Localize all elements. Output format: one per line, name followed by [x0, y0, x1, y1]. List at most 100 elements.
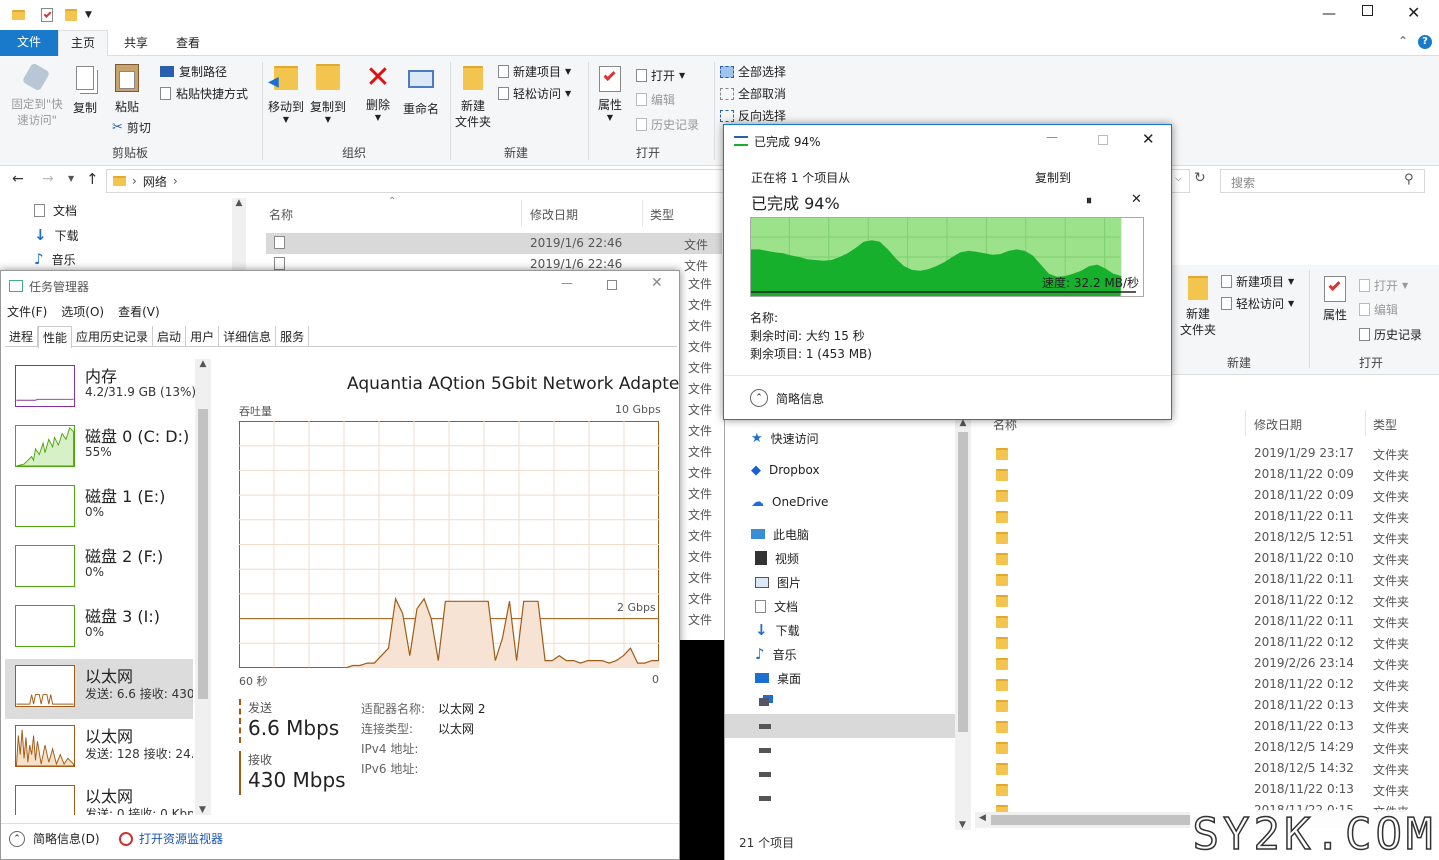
select-all-button[interactable]: 全部选择 — [720, 63, 786, 80]
up-icon[interactable]: ↑ — [86, 170, 99, 188]
nav-scrollbar[interactable]: ▲ ▼ — [955, 418, 971, 830]
forward-icon[interactable]: → — [42, 171, 54, 187]
easy-access-button-2[interactable]: 轻松访问 ▼ — [1221, 295, 1294, 312]
tab-home[interactable]: 主页 — [58, 30, 108, 57]
table-row[interactable]: 2018/11/22 0:12 文件夹 — [993, 632, 1433, 653]
tab-file[interactable]: 文件 — [0, 30, 58, 56]
nav-pictures[interactable]: 图片 — [755, 570, 801, 594]
nav-desktop[interactable]: 桌面 — [755, 666, 801, 690]
pause-button[interactable]: ⏸ — [1086, 193, 1092, 208]
nav-onedrive[interactable]: ☁ OneDrive — [751, 490, 828, 514]
column-modified[interactable]: 修改日期 — [530, 206, 578, 223]
tm-maximize-button[interactable] — [607, 280, 617, 290]
column-name[interactable]: 名称 — [269, 206, 293, 223]
perf-item-disk2[interactable]: 磁盘 2 (F:) 0% — [5, 539, 193, 599]
copy-path-button[interactable]: 复制路径 — [160, 63, 227, 80]
edit-button-2[interactable]: 编辑 — [1359, 301, 1398, 318]
nav-downloads[interactable]: ↓ 下载 — [755, 618, 800, 642]
table-row[interactable]: 2018/12/5 14:29 文件夹 — [993, 737, 1433, 758]
tab-view[interactable]: 查看 — [176, 34, 200, 51]
table-row[interactable]: 2019/1/29 23:17 文件夹 — [993, 443, 1433, 464]
edit-button[interactable]: 编辑 — [636, 91, 675, 108]
rename-button[interactable]: 重命名 — [400, 66, 442, 117]
column-modified[interactable]: 修改日期 — [1254, 416, 1302, 433]
column-type[interactable]: 类型 — [1373, 416, 1397, 433]
copy-brief-button[interactable]: ⌃ 简略信息 — [750, 389, 824, 407]
paste-shortcut-button[interactable]: 粘贴快捷方式 — [160, 85, 248, 102]
tab-share[interactable]: 共享 — [124, 34, 148, 51]
tm-tab-services[interactable]: 服务 — [276, 326, 310, 347]
history-button[interactable]: 历史记录 — [636, 116, 699, 133]
table-row[interactable]: 2018/11/22 0:13 文件夹 — [993, 716, 1433, 737]
address-dropdown-icon[interactable]: ⌵ — [1175, 174, 1182, 184]
tm-tab-users[interactable]: 用户 — [186, 326, 220, 347]
new-folder-button-2[interactable]: 新建 文件夹 — [1177, 276, 1219, 338]
table-row[interactable]: 2018/11/22 0:11 文件夹 — [993, 506, 1433, 527]
pin-button[interactable]: 固定到"快速访问" — [6, 62, 66, 128]
properties-button[interactable]: 属性 ▼ — [594, 66, 626, 122]
tm-menu-view[interactable]: 查看(V) — [118, 303, 160, 320]
help-icon[interactable]: ? — [1418, 35, 1432, 49]
nav-item-music[interactable]: ♪ 音乐 — [34, 250, 76, 268]
easy-access-button[interactable]: 轻松访问 ▼ — [498, 85, 571, 102]
copy-button[interactable]: 复制 — [70, 66, 100, 116]
new-folder-quick-icon[interactable] — [65, 9, 77, 21]
tm-close-button[interactable]: ✕ — [651, 275, 663, 291]
drive-icon[interactable] — [759, 772, 771, 777]
back-icon[interactable]: ← — [12, 171, 24, 187]
nav-documents[interactable]: 文档 — [755, 594, 798, 618]
close-button[interactable]: ✕ — [1407, 3, 1420, 22]
drive-icon[interactable] — [759, 748, 771, 753]
perf-item-ethernet-selected[interactable]: 以太网 发送: 6.6 接收: 430 — [5, 659, 193, 719]
nav-quick-access[interactable]: ★ 快速访问 — [751, 426, 819, 450]
nav-dropbox[interactable]: ◆ Dropbox — [751, 458, 820, 482]
new-folder-button[interactable]: 新建 文件夹 — [452, 66, 494, 130]
perf-item-disk1[interactable]: 磁盘 1 (E:) 0% — [5, 479, 193, 539]
copy-maximize-button[interactable] — [1098, 135, 1108, 145]
perf-list-scrollbar[interactable]: ▲ ▼ — [195, 359, 211, 815]
move-to-button[interactable]: ◀ 移动到 ▼ — [266, 66, 306, 124]
quick-access-dropdown-icon[interactable]: ▼ — [85, 10, 92, 20]
search-input[interactable]: 搜索 — [1220, 169, 1425, 193]
table-row[interactable]: 2019/2/26 23:14 文件夹 — [993, 653, 1433, 674]
open-button-2[interactable]: 打开 ▼ — [1359, 277, 1408, 294]
perf-item-disk3[interactable]: 磁盘 3 (I:) 0% — [5, 599, 193, 659]
nav-drive-selected[interactable] — [725, 714, 955, 738]
recent-dropdown-icon[interactable]: ▼ — [68, 174, 74, 183]
table-row[interactable]: 2018/12/5 12:51 文件夹 — [993, 527, 1433, 548]
select-none-button[interactable]: 全部取消 — [720, 85, 786, 102]
copy-to-button[interactable]: 复制到 ▼ — [308, 64, 348, 124]
column-divider[interactable] — [521, 200, 522, 226]
nav-item-documents[interactable]: 文档 — [34, 202, 77, 219]
copy-minimize-button[interactable]: — — [1046, 130, 1058, 144]
table-row[interactable]: 2018/11/22 0:11 文件夹 — [993, 611, 1433, 632]
nav-item-downloads[interactable]: ↓ 下载 — [34, 226, 79, 244]
table-row[interactable]: 2018/12/5 14:32 文件夹 — [993, 758, 1433, 779]
table-row[interactable]: 2018/11/22 0:13 文件夹 — [993, 695, 1433, 716]
drive-icon[interactable] — [759, 796, 771, 801]
tm-minimize-button[interactable]: — — [561, 276, 573, 290]
table-row[interactable]: 2018/11/22 0:12 文件夹 — [993, 674, 1433, 695]
collapse-ribbon-icon[interactable]: ⌃ — [1398, 34, 1408, 48]
delete-button[interactable]: ✕ 删除 ▼ — [362, 62, 394, 123]
network-drive-icon[interactable] — [759, 698, 769, 706]
properties-button-2[interactable]: 属性 — [1319, 276, 1351, 323]
resource-monitor-link[interactable]: 打开资源监视器 — [119, 830, 223, 847]
table-row[interactable]: 2018/11/22 0:12 文件夹 — [993, 590, 1433, 611]
table-row[interactable]: 2018/11/22 0:13 文件夹 — [993, 779, 1433, 800]
refresh-icon[interactable]: ↻ — [1194, 170, 1206, 186]
nav-music[interactable]: ♪ 音乐 — [755, 642, 797, 666]
perf-item-disk0[interactable]: 磁盘 0 (C: D:) 55% — [5, 419, 193, 479]
tm-menu-options[interactable]: 选项(O) — [61, 303, 104, 320]
history-button-2[interactable]: 历史记录 — [1359, 326, 1422, 343]
column-type[interactable]: 类型 — [650, 206, 674, 223]
cut-button[interactable]: ✂ 剪切 — [112, 119, 151, 136]
tm-tab-details[interactable]: 详细信息 — [219, 326, 277, 347]
perf-item-ethernet3[interactable]: 以太网 发送: 0 接收: 0 Kbps — [5, 779, 193, 815]
perf-item-ethernet2[interactable]: 以太网 发送: 128 接收: 24.0 — [5, 719, 193, 779]
column-divider[interactable] — [642, 200, 643, 226]
paste-button[interactable]: 粘贴 — [110, 64, 144, 115]
table-row[interactable]: 2019/1/6 22:46 文件 — [266, 233, 722, 254]
nav-videos[interactable]: 视频 — [755, 546, 799, 570]
new-item-button[interactable]: 新建项目 ▼ — [498, 63, 571, 80]
